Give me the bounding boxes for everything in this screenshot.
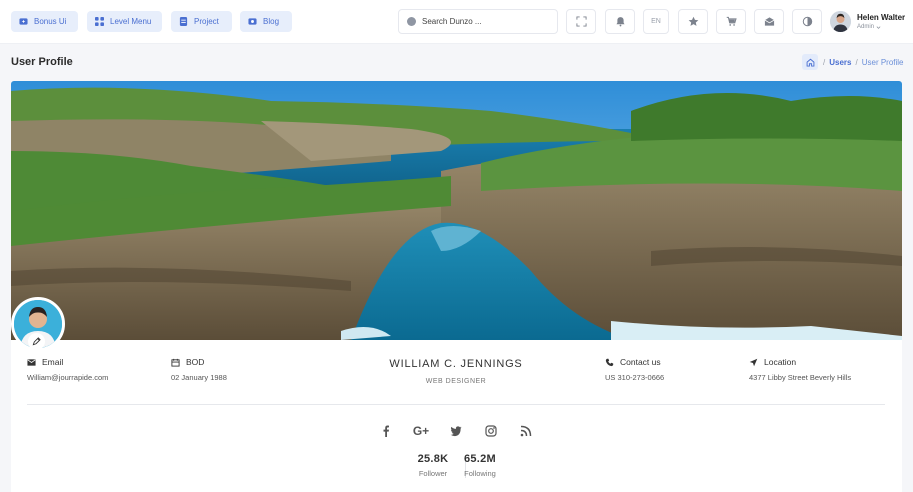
breadcrumb-users-link[interactable]: Users [829,58,851,67]
menu-level-menu-button[interactable]: Level Menu [87,11,162,32]
cart-icon [726,16,737,26]
twitter-link[interactable] [446,423,466,439]
google-plus-icon: G+ [412,424,430,438]
following-label: Following [464,469,496,478]
menu-bonus-ui-button[interactable]: Bonus Ui [11,11,78,32]
home-icon [806,58,814,67]
email-label-text: Email [42,357,64,367]
location-label-text: Location [764,357,797,367]
breadcrumb-separator: / [855,58,858,67]
theme-toggle-button[interactable] [792,9,822,34]
cover-photo [11,81,902,340]
user-avatar[interactable] [830,11,851,32]
twitter-icon [450,426,462,437]
top-header: Bonus Ui Level Menu Project Blog EN [0,0,913,44]
email-label: Email [27,357,63,367]
instagram-icon [485,425,497,437]
bod-label: BOD [171,357,204,367]
sparkle-icon [19,18,28,25]
rss-icon [520,425,532,437]
social-links: G+ [376,423,536,439]
rss-link[interactable] [516,423,536,439]
page-title: User Profile [11,56,73,68]
language-button[interactable]: EN [643,9,669,34]
envelope-icon [27,358,36,366]
fullscreen-icon [575,16,587,27]
menu-label: Bonus Ui [34,17,67,26]
image-icon [248,18,257,25]
user-name[interactable]: Helen Walter [857,13,905,22]
document-icon [179,17,188,26]
user-role[interactable]: Admin [857,24,881,30]
bookmark-star-button[interactable] [678,9,708,34]
calendar-icon [171,358,180,367]
bod-label-text: BOD [186,357,205,367]
location-arrow-icon [749,358,758,366]
language-label: EN [651,18,661,25]
star-icon [688,16,698,26]
search-input[interactable] [422,17,547,26]
breadcrumb-home-button[interactable] [802,54,818,70]
following-stat: 65.2M Following [450,453,510,478]
pencil-icon [32,337,41,346]
google-plus-link[interactable]: G+ [411,423,431,439]
contact-value: US 310-273-0666 [605,373,665,382]
contact-label: Contact us [605,357,661,367]
user-role-label: Admin [857,24,875,30]
fullscreen-button[interactable] [566,9,596,34]
breadcrumb-current: User Profile [861,58,904,67]
divider [27,404,885,405]
following-count: 65.2M [463,453,497,465]
breadcrumb-separator: / [823,58,826,67]
bell-icon [615,17,625,27]
grid-icon [95,17,104,26]
instagram-link[interactable] [481,423,501,439]
location-value: 4377 Libby Street Beverly Hills [749,373,852,382]
menu-label: Blog [263,17,280,26]
phone-icon [605,358,614,366]
moon-icon [802,16,812,27]
notification-button[interactable] [605,9,635,34]
profile-name: WILLIAM C. JENNINGS [389,358,523,370]
breadcrumb: / Users / User Profile [823,58,904,67]
chevron-down-icon [876,25,881,29]
bod-value: 02 January 1988 [171,373,227,382]
facebook-link[interactable] [376,423,396,439]
user-avatar-image [830,11,851,32]
location-label: Location [749,357,796,367]
profile-card: Email William@jourrapide.com BOD 02 Janu… [11,81,902,492]
cart-button[interactable] [716,9,746,34]
menu-blog-button[interactable]: Blog [240,11,292,32]
search-box[interactable] [398,9,558,34]
contact-label-text: Contact us [620,357,661,367]
profile-role: WEB DESIGNER [425,378,487,385]
facebook-icon [383,425,389,437]
menu-project-button[interactable]: Project [171,11,232,32]
edit-avatar-button[interactable] [28,333,45,350]
messages-button[interactable] [754,9,784,34]
envelope-icon [764,17,774,26]
search-icon [407,17,416,26]
email-value: William@jourrapide.com [27,373,109,382]
menu-label: Level Menu [110,17,152,26]
menu-label: Project [194,17,219,26]
